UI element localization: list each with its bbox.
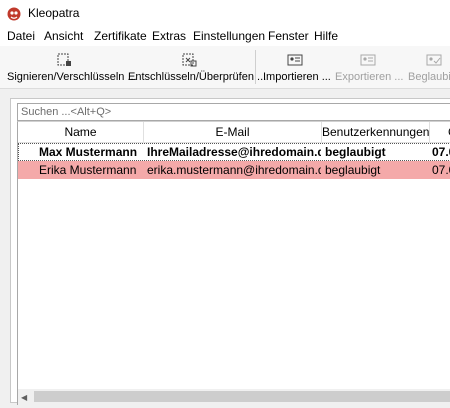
cell-valid-from: 07.0 <box>432 145 450 159</box>
menu-hilfe[interactable]: Hilfe <box>314 29 338 43</box>
scroll-left-icon[interactable]: ◀ <box>21 393 27 402</box>
table-header: ⌄ Name E-Mail Benutzerkennungen G <box>18 122 450 143</box>
column-header-email[interactable]: E-Mail <box>144 122 322 142</box>
certificate-table[interactable]: ⌄ Name E-Mail Benutzerkennungen G Max Mu… <box>17 121 450 390</box>
sort-indicator-icon: ⌄ <box>76 125 83 134</box>
kleopatra-app-icon <box>7 7 21 21</box>
import-button[interactable]: Importieren ... <box>260 46 331 88</box>
cell-email: IhreMailadresse@ihredomain.de <box>147 145 321 159</box>
decrypt-verify-icon <box>182 53 197 67</box>
cell-name: Max Mustermann <box>39 145 138 159</box>
window-title: Kleopatra <box>28 6 80 20</box>
menu-fenster[interactable]: Fenster <box>268 29 309 43</box>
column-header-valid-from[interactable]: G <box>430 122 450 142</box>
cell-name: Erika Mustermann <box>39 163 137 177</box>
search-input[interactable] <box>18 105 444 119</box>
cell-email: erika.mustermann@ihredomain.de <box>147 163 321 177</box>
cell-user-ids: beglaubigt <box>325 163 381 177</box>
export-label: Exportieren ... <box>335 71 404 83</box>
sign-encrypt-button[interactable]: Signieren/Verschlüsseln ... <box>4 46 137 88</box>
sign-encrypt-icon <box>57 53 71 66</box>
scrollbar-thumb[interactable] <box>34 391 450 402</box>
search-box[interactable] <box>17 103 450 121</box>
cell-valid-from: 07.0 <box>432 163 450 177</box>
menu-bar: Datei Ansicht Zertifikate Extras Einstel… <box>0 28 450 46</box>
import-label: Importieren ... <box>263 71 331 83</box>
certify-button[interactable]: Beglaubigen <box>405 46 450 88</box>
sign-encrypt-label: Signieren/Verschlüsseln ... <box>7 71 137 83</box>
export-button[interactable]: Exportieren ... <box>332 46 404 88</box>
horizontal-scrollbar[interactable]: ◀ <box>17 389 450 405</box>
certify-label: Beglaubigen <box>408 71 450 83</box>
certify-icon <box>426 54 442 66</box>
menu-extras[interactable]: Extras <box>152 29 186 43</box>
menu-ansicht[interactable]: Ansicht <box>44 29 83 43</box>
export-certificate-icon <box>360 54 376 66</box>
import-certificate-icon <box>287 54 303 66</box>
toolbar: Signieren/Verschlüsseln ... Entschlüssel… <box>0 46 450 89</box>
menu-datei[interactable]: Datei <box>7 29 35 43</box>
title-bar: Kleopatra <box>0 0 450 28</box>
column-header-user-ids[interactable]: Benutzerkennungen <box>322 122 430 142</box>
cell-user-ids: beglaubigt <box>325 145 386 159</box>
decrypt-verify-label: Entschlüsseln/Überprüfen ... <box>128 71 267 83</box>
toolbar-separator <box>255 50 256 84</box>
menu-einstellungen[interactable]: Einstellungen <box>193 29 265 43</box>
table-row[interactable]: Erika Mustermann erika.mustermann@ihredo… <box>18 161 450 179</box>
column-header-name[interactable]: ⌄ Name <box>18 122 144 142</box>
table-row[interactable]: Max Mustermann IhreMailadresse@ihredomai… <box>18 143 450 161</box>
decrypt-verify-button[interactable]: Entschlüsseln/Überprüfen ... <box>124 46 266 88</box>
menu-zertifikate[interactable]: Zertifikate <box>94 29 147 43</box>
